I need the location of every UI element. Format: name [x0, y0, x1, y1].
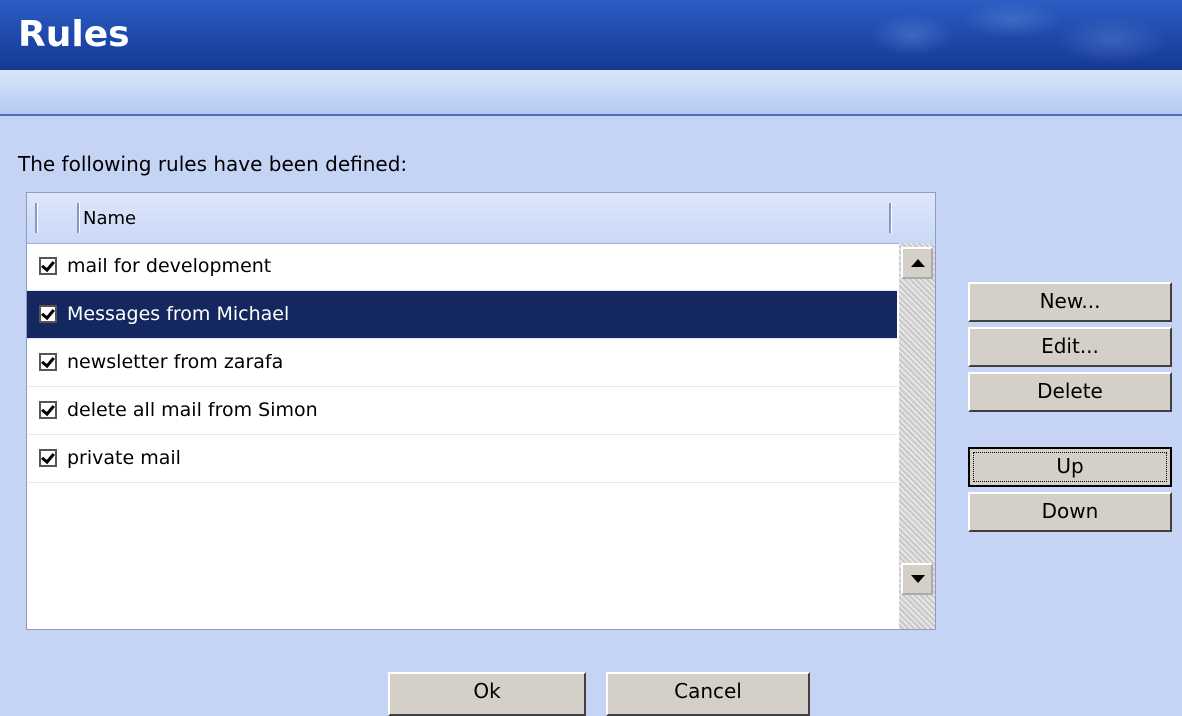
up-button[interactable]: Up [968, 447, 1172, 487]
rule-label: delete all mail from Simon [67, 399, 318, 421]
rule-label: Messages from Michael [67, 303, 290, 325]
ok-button[interactable]: Ok [388, 672, 586, 716]
down-button[interactable]: Down [968, 492, 1172, 532]
header-separator-left [35, 203, 38, 233]
rule-row[interactable]: private mail [27, 435, 897, 483]
scroll-down-button[interactable] [901, 563, 933, 595]
rule-label: newsletter from zarafa [67, 351, 284, 373]
header-separator[interactable] [77, 203, 80, 233]
rule-checkbox[interactable] [39, 353, 57, 371]
arrow-up-icon [911, 259, 925, 267]
toolbar-strip [0, 70, 1182, 116]
title-decoration [852, 0, 1182, 70]
column-header-name[interactable]: Name [83, 208, 136, 229]
new-button[interactable]: New... [968, 282, 1172, 322]
vertical-scrollbar[interactable] [899, 243, 935, 629]
arrow-down-icon [911, 575, 925, 583]
rule-checkbox[interactable] [39, 257, 57, 275]
window-title: Rules [18, 14, 130, 55]
rule-row[interactable]: mail for development [27, 243, 897, 291]
rule-row-selected[interactable]: Messages from Michael [27, 291, 897, 339]
delete-button[interactable]: Delete [968, 372, 1172, 412]
rule-row[interactable]: newsletter from zarafa [27, 339, 897, 387]
scroll-up-button[interactable] [901, 247, 933, 279]
rule-checkbox[interactable] [39, 449, 57, 467]
rules-heading: The following rules have been defined: [18, 152, 408, 176]
rule-checkbox[interactable] [39, 305, 57, 323]
rule-label: mail for development [67, 255, 272, 277]
rules-list[interactable]: Name mail for development Messages from … [26, 192, 936, 630]
rule-row[interactable]: delete all mail from Simon [27, 387, 897, 435]
title-bar: Rules [0, 0, 1182, 70]
rules-rows: mail for development Messages from Micha… [27, 243, 897, 483]
header-separator-end[interactable] [889, 203, 892, 233]
rule-label: private mail [67, 447, 181, 469]
rule-checkbox[interactable] [39, 401, 57, 419]
list-header: Name [27, 193, 935, 244]
edit-button[interactable]: Edit... [968, 327, 1172, 367]
cancel-button[interactable]: Cancel [606, 672, 810, 716]
focus-ring [973, 452, 1167, 482]
